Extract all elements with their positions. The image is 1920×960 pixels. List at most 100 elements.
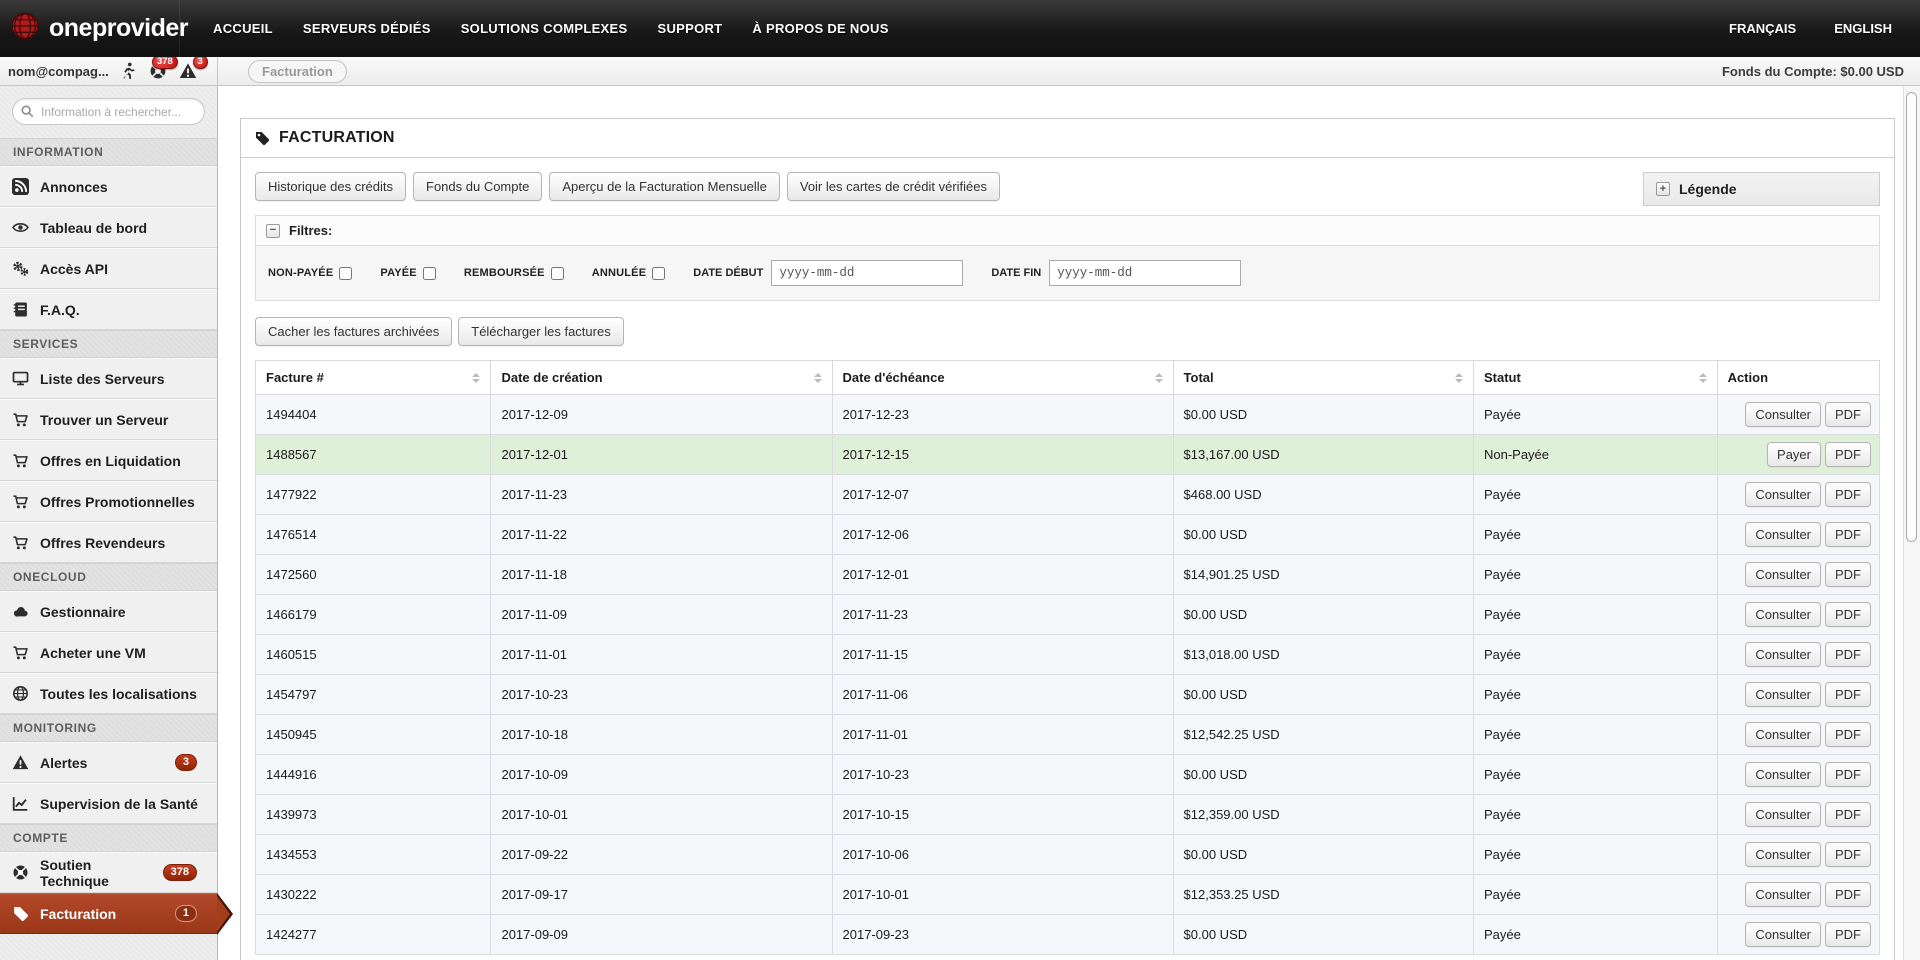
- topnav-menu: ACCUEIL SERVEURS DÉDIÉS SOLUTIONS COMPLEXE…: [198, 0, 904, 57]
- toolbar-button-fonds-du-compte[interactable]: Fonds du Compte: [413, 172, 543, 201]
- pdf-button[interactable]: PDF: [1825, 642, 1871, 667]
- filter-checkbox-annulee[interactable]: [652, 266, 666, 280]
- breadcrumb[interactable]: Facturation: [248, 59, 347, 83]
- sidebar-item-toutes-les-localisations[interactable]: Toutes les localisations: [0, 673, 217, 714]
- pdf-button[interactable]: PDF: [1825, 442, 1871, 467]
- filter-option-annulee[interactable]: ANNULÉE: [592, 266, 666, 280]
- runner-icon-button[interactable]: [119, 62, 137, 80]
- nav-item-support[interactable]: SUPPORT: [642, 0, 737, 57]
- action-cell: Consulter PDF: [1716, 914, 1881, 955]
- nav-item-a-propos-de-nous[interactable]: À PROPOS DE NOUS: [737, 0, 903, 57]
- pdf-button[interactable]: PDF: [1825, 482, 1871, 507]
- consulter-button[interactable]: Consulter: [1745, 922, 1821, 947]
- sidebar-item-offres-promotionnelles[interactable]: Offres Promotionnelles: [0, 481, 217, 522]
- pdf-button[interactable]: PDF: [1825, 602, 1871, 627]
- column-header-total[interactable]: Total: [1172, 360, 1474, 395]
- filters-header[interactable]: − Filtres:: [256, 216, 1879, 245]
- action-cell: Consulter PDF: [1716, 554, 1881, 595]
- sidebar-item-alertes[interactable]: Alertes 3: [0, 742, 217, 783]
- warning-icon-button[interactable]: 3: [179, 55, 208, 80]
- column-header-statut[interactable]: Statut: [1472, 360, 1718, 395]
- pdf-button[interactable]: PDF: [1825, 882, 1871, 907]
- nav-item-serveurs-dedies[interactable]: SERVEURS DÉDIÉS: [288, 0, 446, 57]
- account-name[interactable]: nom@compag...: [8, 64, 109, 79]
- cart-icon: [12, 493, 29, 510]
- toolbar-button-voir-les-cartes-de-credit-verifiees[interactable]: Voir les cartes de crédit vérifiées: [786, 172, 1000, 201]
- filter-option-payee[interactable]: PAYÉE: [380, 266, 436, 280]
- filter-option-remboursee[interactable]: REMBOURSÉE: [464, 266, 564, 280]
- pdf-button[interactable]: PDF: [1825, 562, 1871, 587]
- column-header-date-d-echeance[interactable]: Date d'échéance: [831, 360, 1174, 395]
- lang-english[interactable]: ENGLISH: [1834, 21, 1892, 36]
- date-start-input[interactable]: [771, 260, 964, 286]
- nav-item-accueil[interactable]: ACCUEIL: [198, 0, 288, 57]
- sidebar-item-supervision-de-la-sante[interactable]: Supervision de la Santé: [0, 783, 217, 824]
- consulter-button[interactable]: Consulter: [1745, 762, 1821, 787]
- date-end-input[interactable]: [1049, 260, 1242, 286]
- consulter-button[interactable]: Consulter: [1745, 682, 1821, 707]
- pdf-button[interactable]: PDF: [1825, 682, 1871, 707]
- sidebar-item-soutien-technique[interactable]: Soutien Technique 378: [0, 852, 217, 893]
- invoice-row: 1439973 2017-10-01 2017-10-15 $12,359.00 US…: [254, 794, 1881, 835]
- consulter-button[interactable]: Consulter: [1745, 842, 1821, 867]
- sidebar-item-annonces[interactable]: Annonces: [0, 166, 217, 207]
- pdf-button[interactable]: PDF: [1825, 762, 1871, 787]
- payer-button[interactable]: Payer: [1767, 442, 1821, 467]
- book-icon: [12, 301, 29, 318]
- table-button-cacher-les-factures-archivees[interactable]: Cacher les factures archivées: [255, 317, 453, 346]
- consulter-button[interactable]: Consulter: [1745, 602, 1821, 627]
- scrollbar-thumb[interactable]: [1906, 92, 1917, 542]
- gears-icon: [12, 260, 29, 277]
- consulter-button[interactable]: Consulter: [1745, 402, 1821, 427]
- pdf-button[interactable]: PDF: [1825, 722, 1871, 747]
- sidebar-item-gestionnaire[interactable]: Gestionnaire: [0, 591, 217, 632]
- sidebar-item-tableau-de-bord[interactable]: Tableau de bord: [0, 207, 217, 248]
- sidebar-item-acheter-une-vm[interactable]: Acheter une VM: [0, 632, 217, 673]
- pdf-button[interactable]: PDF: [1825, 802, 1871, 827]
- due-date-cell: 2017-11-01: [831, 714, 1174, 755]
- sidebar-section-monitoring: MONITORING: [0, 714, 217, 742]
- creation-date-cell: 2017-10-23: [490, 674, 833, 715]
- toolbar-button-apercu-de-la-facturation-mensuelle[interactable]: Aperçu de la Facturation Mensuelle: [549, 172, 780, 201]
- sidebar-item-offres-revendeurs[interactable]: Offres Revendeurs: [0, 522, 217, 563]
- table-button-telecharger-les-factures[interactable]: Télécharger les factures: [458, 317, 624, 346]
- pdf-button[interactable]: PDF: [1825, 522, 1871, 547]
- consulter-button[interactable]: Consulter: [1745, 882, 1821, 907]
- lifering-icon-button[interactable]: 378: [149, 55, 178, 80]
- consulter-button[interactable]: Consulter: [1745, 642, 1821, 667]
- expand-icon: +: [1656, 182, 1670, 196]
- consulter-button[interactable]: Consulter: [1745, 722, 1821, 747]
- legend-toggle[interactable]: + Légende: [1643, 172, 1880, 206]
- lang-francais[interactable]: FRANÇAIS: [1729, 21, 1796, 36]
- column-header-facture[interactable]: Facture #: [254, 360, 492, 395]
- search-input[interactable]: [12, 98, 205, 125]
- column-header-date-de-creation[interactable]: Date de création: [490, 360, 833, 395]
- creation-date-cell: 2017-10-09: [490, 754, 833, 795]
- invoice-number-cell: 1466179: [254, 594, 492, 635]
- filter-checkbox-remboursee[interactable]: [550, 266, 564, 280]
- filter-checkbox-payee[interactable]: [422, 266, 436, 280]
- sidebar-item-facturation[interactable]: Facturation 1: [0, 893, 233, 935]
- sidebar-item-offres-en-liquidation[interactable]: Offres en Liquidation: [0, 440, 217, 481]
- filter-checkbox-non-payee[interactable]: [339, 266, 353, 280]
- invoice-row: 1476514 2017-11-22 2017-12-06 $0.00 USD Payé…: [254, 514, 1881, 555]
- sidebar-item-f-a-q[interactable]: F.A.Q.: [0, 289, 217, 330]
- nav-item-solutions-complexes[interactable]: SOLUTIONS COMPLEXES: [446, 0, 643, 57]
- consulter-button[interactable]: Consulter: [1745, 482, 1821, 507]
- consulter-button[interactable]: Consulter: [1745, 562, 1821, 587]
- brand-logo[interactable]: oneprovider: [0, 0, 188, 57]
- filter-option-non-payee[interactable]: NON-PAYÉE: [268, 266, 353, 280]
- sidebar-item-liste-des-serveurs[interactable]: Liste des Serveurs: [0, 358, 217, 399]
- sidebar-item-trouver-un-serveur[interactable]: Trouver un Serveur: [0, 399, 217, 440]
- sidebar-item-acces-api[interactable]: Accès API: [0, 248, 217, 289]
- pdf-button[interactable]: PDF: [1825, 402, 1871, 427]
- consulter-button[interactable]: Consulter: [1745, 522, 1821, 547]
- toolbar-button-historique-des-credits[interactable]: Historique des crédits: [255, 172, 406, 201]
- consulter-button[interactable]: Consulter: [1745, 802, 1821, 827]
- notification-badge: 378: [151, 55, 178, 70]
- invoice-row: 1444916 2017-10-09 2017-10-23 $0.00 USD Payé…: [254, 754, 1881, 795]
- pdf-button[interactable]: PDF: [1825, 842, 1871, 867]
- vertical-scrollbar[interactable]: [1903, 86, 1920, 960]
- sidebar-item-label: Offres en Liquidation: [40, 452, 181, 469]
- pdf-button[interactable]: PDF: [1825, 922, 1871, 947]
